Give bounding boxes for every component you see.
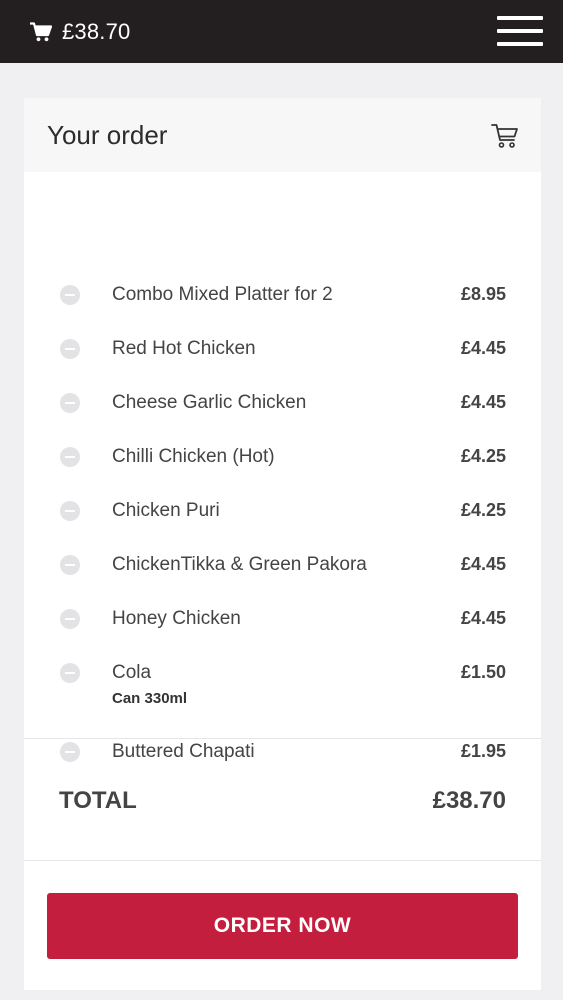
remove-item-icon[interactable] bbox=[60, 285, 80, 305]
item-price: £4.45 bbox=[460, 554, 506, 574]
item-name: Honey Chicken bbox=[112, 608, 241, 629]
item-name: Cola bbox=[112, 662, 152, 683]
remove-item-icon[interactable] bbox=[60, 447, 80, 467]
item-name: ChickenTikka & Green Pakora bbox=[112, 554, 367, 575]
item-name: Combo Mixed Platter for 2 bbox=[112, 284, 333, 305]
order-card: Your order Combo Mixed Platter for 2 £8.… bbox=[24, 98, 541, 990]
item-name: Cheese Garlic Chicken bbox=[112, 392, 307, 413]
total-row: TOTAL £38.70 bbox=[24, 739, 541, 860]
item-price: £8.95 bbox=[460, 284, 506, 304]
hamburger-menu-icon[interactable] bbox=[497, 14, 543, 48]
order-items-list: Combo Mixed Platter for 2 £8.95 Red Hot … bbox=[24, 172, 541, 762]
order-header: Your order bbox=[24, 98, 541, 172]
divider bbox=[24, 860, 541, 861]
cart-summary-button[interactable]: £38.70 bbox=[30, 19, 131, 45]
cart-icon bbox=[30, 21, 52, 41]
item-price: £4.25 bbox=[460, 500, 506, 520]
remove-item-icon[interactable] bbox=[60, 609, 80, 629]
remove-item-icon[interactable] bbox=[60, 393, 80, 413]
top-bar: £38.70 bbox=[0, 0, 563, 63]
item-price: £4.25 bbox=[460, 446, 506, 466]
total-value: £38.70 bbox=[432, 787, 506, 814]
item-price: £4.45 bbox=[460, 608, 506, 628]
remove-item-icon[interactable] bbox=[60, 339, 80, 359]
item-name: Red Hot Chicken bbox=[112, 338, 256, 359]
order-now-button[interactable]: ORDER NOW bbox=[47, 893, 518, 959]
item-option: Can 330ml bbox=[112, 690, 188, 707]
remove-item-icon[interactable] bbox=[60, 663, 80, 683]
item-name: Chicken Puri bbox=[112, 500, 220, 521]
item-price: £4.45 bbox=[460, 338, 506, 358]
item-price: £1.50 bbox=[460, 662, 506, 682]
item-name: Chilli Chicken (Hot) bbox=[112, 446, 275, 467]
remove-item-icon[interactable] bbox=[60, 501, 80, 521]
item-price: £4.45 bbox=[460, 392, 506, 412]
remove-item-icon[interactable] bbox=[60, 555, 80, 575]
cart-outline-icon bbox=[491, 124, 518, 148]
order-title: Your order bbox=[47, 120, 168, 150]
total-label: TOTAL bbox=[59, 787, 137, 814]
cart-total-amount: £38.70 bbox=[62, 18, 131, 44]
